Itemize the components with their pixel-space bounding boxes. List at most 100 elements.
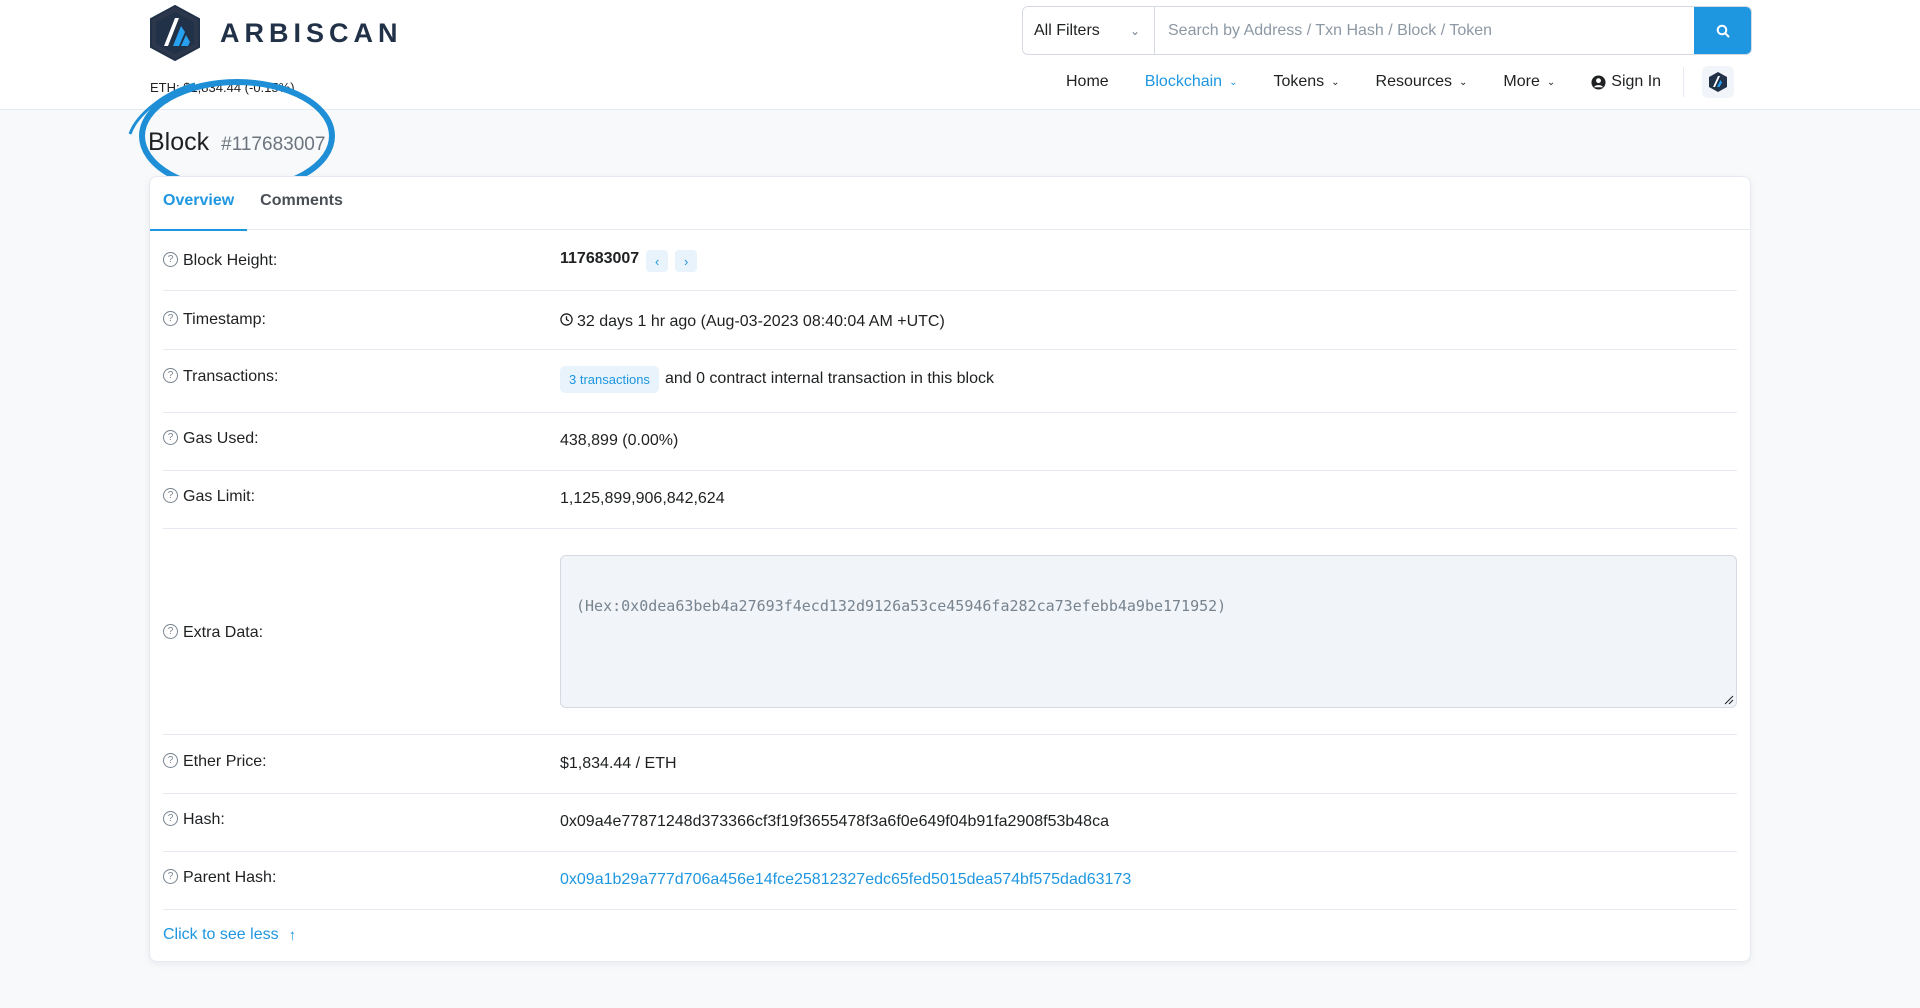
transactions-suffix: and 0 contract internal transaction in t… xyxy=(664,370,995,387)
nav-resources[interactable]: Resources ⌄ xyxy=(1376,73,1468,91)
gas-limit-label-wrap: ? Gas Limit: xyxy=(163,488,560,528)
overview-rows: ? Block Height: 117683007 ‹ › ? Timestam… xyxy=(150,230,1750,910)
user-circle-icon xyxy=(1591,74,1606,90)
resize-handle-icon[interactable] xyxy=(1724,695,1734,705)
timestamp-value: 32 days 1 hr ago (Aug-03-2023 08:40:04 A… xyxy=(577,313,945,330)
timestamp-label-wrap: ? Timestamp: xyxy=(163,311,560,349)
row-ether-price: ? Ether Price: $1,834.44 / ETH xyxy=(163,735,1737,794)
nav-home-label: Home xyxy=(1066,73,1109,90)
gas-limit-value: 1,125,899,906,842,624 xyxy=(560,490,725,507)
chevron-down-icon: ⌄ xyxy=(1129,23,1140,38)
help-icon[interactable]: ? xyxy=(163,488,178,503)
extra-data-value: (Hex:0x0dea63beb4a27693f4ecd132d9126a53c… xyxy=(576,597,1227,615)
brand-name: ARBISCAN xyxy=(220,17,403,48)
row-parent-hash: ? Parent Hash: 0x09a1b29a777d706a456e14f… xyxy=(163,852,1737,910)
parent-hash-label: Parent Hash: xyxy=(183,869,277,886)
row-hash: ? Hash: 0x09a4e77871248d373366cf3f19f365… xyxy=(163,794,1737,852)
network-switch-button[interactable] xyxy=(1702,66,1735,98)
search-button[interactable] xyxy=(1694,7,1751,54)
see-less-label: Click to see less xyxy=(163,926,279,943)
help-icon[interactable]: ? xyxy=(163,430,178,445)
eth-price: ETH: $1,834.44 (-0.15%) xyxy=(150,80,295,95)
arbitrum-logo-icon xyxy=(150,4,200,62)
row-transactions: ? Transactions: 3 transactions and 0 con… xyxy=(163,350,1737,413)
hash-value: 0x09a4e77871248d373366cf3f19f3655478f3a6… xyxy=(560,813,1109,830)
sign-in-link[interactable]: Sign In xyxy=(1591,73,1661,91)
hash-label: Hash: xyxy=(183,811,225,828)
block-height-label: Block Height: xyxy=(183,252,278,269)
search-input[interactable] xyxy=(1155,7,1694,54)
arbitrum-icon xyxy=(1709,72,1728,92)
extra-data-value-wrap: (Hex:0x0dea63beb4a27693f4ecd132d9126a53c… xyxy=(560,555,1737,708)
transactions-label: Transactions: xyxy=(183,368,279,385)
extra-data-label: Extra Data: xyxy=(183,623,264,641)
help-icon[interactable]: ? xyxy=(163,252,178,267)
tab-comments[interactable]: Comments xyxy=(247,177,356,230)
nav-blockchain[interactable]: Blockchain ⌄ xyxy=(1145,73,1238,91)
search-icon xyxy=(1716,24,1729,37)
parent-hash-value-wrap: 0x09a1b29a777d706a456e14fce25812327edc65… xyxy=(560,871,1737,909)
site-header: ARBISCAN ETH: $1,834.44 (-0.15%) All Fil… xyxy=(0,0,1920,110)
gas-limit-label: Gas Limit: xyxy=(183,488,256,505)
next-block-button[interactable]: › xyxy=(675,250,698,272)
see-less-toggle[interactable]: Click to see less ↑ xyxy=(163,926,296,944)
nav-more-label: More xyxy=(1503,73,1540,90)
help-icon[interactable]: ? xyxy=(163,368,178,383)
page-title: Block #117683007 xyxy=(148,128,325,157)
extra-data-label-wrap: ? Extra Data: xyxy=(163,623,560,642)
timestamp-label: Timestamp: xyxy=(183,311,266,328)
chevron-down-icon: ⌄ xyxy=(1546,76,1556,88)
sign-in-label: Sign In xyxy=(1611,73,1662,90)
help-icon[interactable]: ? xyxy=(163,311,178,326)
main-nav: Home Blockchain ⌄ Tokens ⌄ Resources ⌄ M… xyxy=(1066,66,1735,98)
parent-hash-label-wrap: ? Parent Hash: xyxy=(163,869,560,909)
row-gas-used: ? Gas Used: 438,899 (0.00%) xyxy=(163,413,1737,471)
tab-overview[interactable]: Overview xyxy=(150,177,248,231)
hash-label-wrap: ? Hash: xyxy=(163,811,560,851)
gas-used-label: Gas Used: xyxy=(183,430,259,447)
transactions-label-wrap: ? Transactions: xyxy=(163,368,560,412)
block-height-value-wrap: 117683007 ‹ › xyxy=(560,250,1737,290)
tab-bar: Overview Comments xyxy=(150,177,1750,231)
nav-tokens[interactable]: Tokens ⌄ xyxy=(1273,73,1339,91)
ether-price-label-wrap: ? Ether Price: xyxy=(163,753,560,793)
parent-hash-link[interactable]: 0x09a1b29a777d706a456e14fce25812327edc65… xyxy=(560,871,1131,889)
previous-block-button[interactable]: ‹ xyxy=(646,250,669,272)
gas-used-value: 438,899 (0.00%) xyxy=(560,432,679,449)
page-title-text: Block xyxy=(148,128,210,156)
nav-home[interactable]: Home xyxy=(1066,73,1109,91)
block-height-value: 117683007 xyxy=(560,250,640,267)
row-timestamp: ? Timestamp: 32 days 1 hr ago (Aug-03-20… xyxy=(163,291,1737,350)
ether-price-value-wrap: $1,834.44 / ETH xyxy=(560,755,1737,793)
search-bar: All Filters ⌄ xyxy=(1022,6,1752,55)
chevron-down-icon: ⌄ xyxy=(1331,76,1340,88)
help-icon[interactable]: ? xyxy=(163,869,178,884)
block-height-label-wrap: ? Block Height: xyxy=(163,252,560,290)
transactions-count-badge[interactable]: 3 transactions xyxy=(560,366,659,393)
nav-blockchain-label: Blockchain xyxy=(1144,73,1223,90)
nav-resources-label: Resources xyxy=(1375,73,1453,90)
ether-price-value: $1,834.44 / ETH xyxy=(560,755,677,772)
hash-value-wrap: 0x09a4e77871248d373366cf3f19f3655478f3a6… xyxy=(560,813,1737,851)
row-extra-data: ? Extra Data: (Hex:0x0dea63beb4a27693f4e… xyxy=(163,529,1737,735)
help-icon[interactable]: ? xyxy=(163,811,178,826)
clock-icon xyxy=(560,313,573,326)
filter-select[interactable]: All Filters ⌄ xyxy=(1023,7,1155,54)
gas-used-label-wrap: ? Gas Used: xyxy=(163,430,560,470)
help-icon[interactable]: ? xyxy=(163,623,178,639)
filter-select-value: All Filters xyxy=(1034,21,1100,39)
row-gas-limit: ? Gas Limit: 1,125,899,906,842,624 xyxy=(163,471,1737,529)
gas-limit-value-wrap: 1,125,899,906,842,624 xyxy=(560,490,1737,528)
ether-price-label: Ether Price: xyxy=(183,753,267,770)
arrow-up-icon: ↑ xyxy=(288,926,297,944)
nav-tokens-label: Tokens xyxy=(1273,73,1325,90)
extra-data-textarea[interactable]: (Hex:0x0dea63beb4a27693f4ecd132d9126a53c… xyxy=(560,555,1737,708)
block-number: #117683007 xyxy=(221,134,326,155)
nav-more[interactable]: More ⌄ xyxy=(1503,73,1555,91)
nav-divider xyxy=(1683,67,1685,97)
transactions-value-wrap: 3 transactions and 0 contract internal t… xyxy=(560,366,1737,412)
help-icon[interactable]: ? xyxy=(163,753,178,768)
chevron-down-icon: ⌄ xyxy=(1459,76,1468,88)
arbiscan-logo[interactable]: ARBISCAN xyxy=(148,4,403,62)
timestamp-value-wrap: 32 days 1 hr ago (Aug-03-2023 08:40:04 A… xyxy=(560,313,1737,349)
